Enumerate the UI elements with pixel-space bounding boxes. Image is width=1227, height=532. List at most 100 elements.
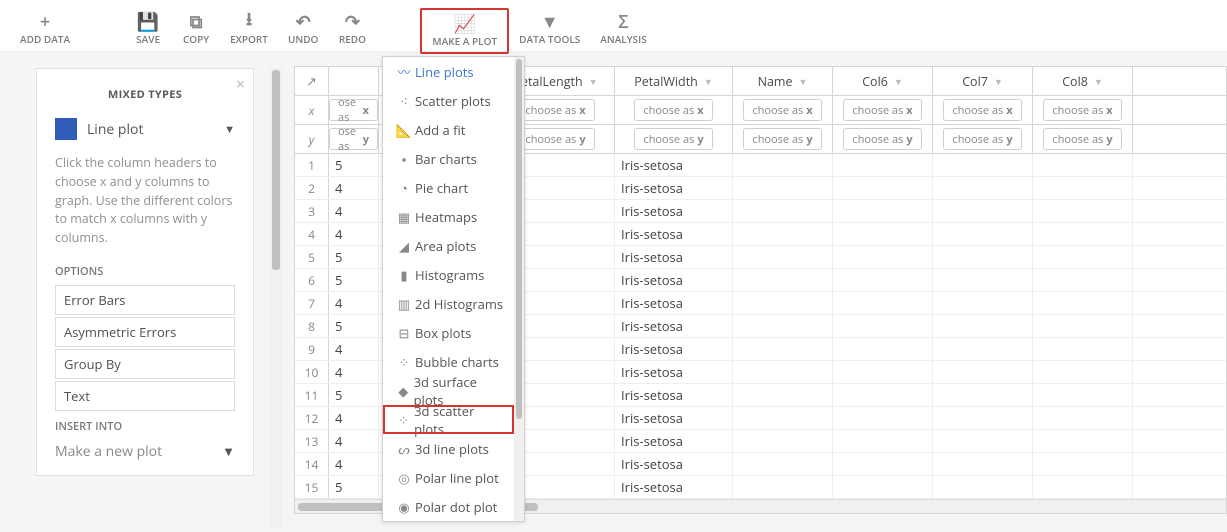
choose-y-button[interactable]: choose as y <box>843 128 921 150</box>
axis-x-label: x <box>295 96 329 124</box>
menu-item-scatter-plots[interactable]: ⁖Scatter plots <box>383 86 514 115</box>
row-number: 1 <box>295 154 329 176</box>
row-number: 12 <box>295 407 329 429</box>
menu-item-add-a-fit[interactable]: 📐Add a fit <box>383 115 514 144</box>
option-group-by[interactable]: Group By <box>55 349 235 379</box>
sidebar-panel: × MIXED TYPES Line plot ▼ Click the colu… <box>36 68 254 476</box>
row-number: 11 <box>295 384 329 406</box>
row-number: 14 <box>295 453 329 475</box>
chevron-down-icon: ▼ <box>894 75 903 88</box>
menu-item-icon: 〰 <box>393 62 415 81</box>
make-a-plot-button[interactable]: 📈MAKE A PLOT <box>420 8 509 54</box>
menu-item-histograms[interactable]: ▮Histograms <box>383 260 514 289</box>
choose-y-button[interactable]: choose as y <box>943 128 1021 150</box>
chevron-down-icon: ▼ <box>589 75 598 88</box>
menu-item-icon: ◆ <box>393 382 414 400</box>
option-text[interactable]: Text <box>55 381 235 411</box>
redo-icon: ↷ <box>345 12 360 32</box>
menu-item-area-plots[interactable]: ◢Area plots <box>383 231 514 260</box>
export-icon: ⭳ <box>246 12 252 32</box>
choose-x-button[interactable]: choose as x <box>743 99 821 121</box>
option-error-bars[interactable]: Error Bars <box>55 285 235 315</box>
menu-item-icon: 📐 <box>393 121 415 139</box>
choose-x-button[interactable]: choose as x <box>943 99 1021 121</box>
options-label: OPTIONS <box>55 264 235 279</box>
menu-item-icon: ◔ <box>393 179 415 197</box>
chevron-down-icon: ▼ <box>799 75 808 88</box>
undo-button[interactable]: ↶UNDO <box>278 8 328 50</box>
analysis-button[interactable]: ΣANALYSIS <box>590 8 656 50</box>
chevron-down-icon: ▼ <box>222 442 235 460</box>
menu-item-icon: ◎ <box>393 469 415 487</box>
redo-button[interactable]: ↷REDO <box>328 8 376 50</box>
data-tools-button[interactable]: ▼DATA TOOLS <box>509 8 590 50</box>
choose-y-button[interactable]: choose as y <box>634 128 712 150</box>
menu-scrollbar[interactable] <box>514 57 524 521</box>
sidebar: × MIXED TYPES Line plot ▼ Click the colu… <box>0 52 276 532</box>
axis-y-label: y <box>295 125 329 153</box>
menu-item-3d-line-plots[interactable]: ᔕ3d line plots <box>383 434 514 463</box>
chevron-down-icon: ▼ <box>994 75 1003 88</box>
copy-button[interactable]: ⧉COPY <box>172 8 220 50</box>
close-icon[interactable]: × <box>236 73 245 95</box>
insert-label: INSERT INTO <box>55 419 235 434</box>
choose-x-button[interactable]: choose as x <box>1043 99 1121 121</box>
add-data-button[interactable]: +ADD DATA <box>10 8 80 50</box>
row-number: 5 <box>295 246 329 268</box>
sigma-icon: Σ <box>618 12 628 32</box>
choose-x-button[interactable]: choose as x <box>843 99 921 121</box>
row-number: 6 <box>295 269 329 291</box>
menu-item-icon: ⊟ <box>393 324 415 342</box>
column-header-col7[interactable]: Col7▼ <box>933 67 1033 95</box>
choose-y-button[interactable]: ose as y <box>329 128 378 150</box>
row-number: 13 <box>295 430 329 452</box>
row-number: 9 <box>295 338 329 360</box>
choose-x-button[interactable]: choose as x <box>634 99 712 121</box>
choose-y-button[interactable]: choose as y <box>516 128 594 150</box>
chevron-down-icon: ▼ <box>1094 75 1103 88</box>
row-number: 7 <box>295 292 329 314</box>
plot-icon: 📈 <box>454 14 476 34</box>
column-header-col6[interactable]: Col6▼ <box>833 67 933 95</box>
column-header-name[interactable]: Name▼ <box>733 67 833 95</box>
menu-item-2d-histograms[interactable]: ▥2d Histograms <box>383 289 514 318</box>
menu-item-polar-line-plot[interactable]: ◎Polar line plot <box>383 463 514 492</box>
menu-item-icon: ⁖ <box>393 92 415 110</box>
filter-icon: ▼ <box>541 12 559 32</box>
row-number: 10 <box>295 361 329 383</box>
column-header-col8[interactable]: Col8▼ <box>1033 67 1133 95</box>
plus-icon: + <box>40 12 50 32</box>
menu-item-pie-chart[interactable]: ◔Pie chart <box>383 173 514 202</box>
option-asymmetric-errors[interactable]: Asymmetric Errors <box>55 317 235 347</box>
hint-text: Click the column headers to choose x and… <box>55 154 235 248</box>
menu-item-bar-charts[interactable]: ▪Bar charts <box>383 144 514 173</box>
grid-corner[interactable]: ↗ <box>295 67 329 95</box>
panel-title: MIXED TYPES <box>55 87 235 102</box>
export-button[interactable]: ⭳EXPORT <box>220 8 278 50</box>
menu-item-icon: ⁘ <box>393 411 414 429</box>
menu-item-line-plots[interactable]: 〰Line plots <box>383 57 514 86</box>
menu-item-heatmaps[interactable]: ▦Heatmaps <box>383 202 514 231</box>
insert-select[interactable]: Make a new plot ▼ <box>55 442 235 461</box>
save-button[interactable]: 💾SAVE <box>124 8 172 50</box>
menu-item-icon: ⁘ <box>393 353 415 371</box>
column-header[interactable] <box>329 67 379 95</box>
row-number: 3 <box>295 200 329 222</box>
column-header-petalwidth[interactable]: PetalWidth▼ <box>615 67 733 95</box>
chevron-down-icon: ▼ <box>224 122 235 137</box>
menu-item-icon: ▪ <box>393 150 415 168</box>
make-a-plot-menu: 〰Line plots⁖Scatter plots📐Add a fit▪Bar … <box>382 56 525 522</box>
save-icon: 💾 <box>137 12 159 32</box>
toolbar: +ADD DATA 💾SAVE ⧉COPY ⭳EXPORT ↶UNDO ↷RED… <box>0 0 1227 52</box>
row-number: 8 <box>295 315 329 337</box>
plot-type-select[interactable]: Line plot ▼ <box>55 118 235 140</box>
choose-x-button[interactable]: choose as x <box>516 99 594 121</box>
menu-item-box-plots[interactable]: ⊟Box plots <box>383 318 514 347</box>
menu-item-polar-dot-plot[interactable]: ◉Polar dot plot <box>383 492 514 521</box>
choose-y-button[interactable]: choose as y <box>1043 128 1121 150</box>
menu-item-icon: ◢ <box>393 237 415 255</box>
menu-item-3d-scatter-plots[interactable]: ⁘3d scatter plots <box>383 405 514 434</box>
choose-y-button[interactable]: choose as y <box>743 128 821 150</box>
choose-x-button[interactable]: ose as x <box>329 99 378 121</box>
color-swatch <box>55 118 77 140</box>
